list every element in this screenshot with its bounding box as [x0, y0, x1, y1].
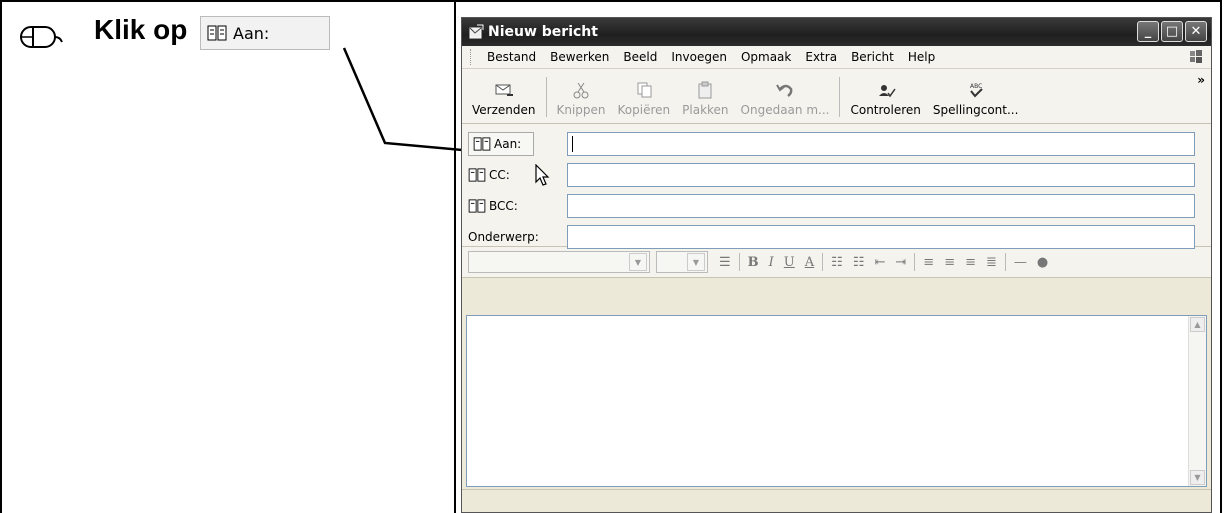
subject-row: Onderwerp: [462, 223, 1211, 250]
format-separator [1004, 253, 1006, 271]
send-icon [495, 84, 513, 96]
to-button[interactable]: Aan: [468, 131, 534, 156]
bcc-row: BCC: [462, 192, 1211, 219]
italic-button[interactable]: I [769, 255, 774, 270]
check-names-button[interactable]: Controleren [844, 73, 926, 123]
copy-label: Kopiëren [617, 103, 671, 117]
title-bar[interactable]: Nieuw bericht _ □ ✕ [462, 18, 1211, 46]
paste-icon [698, 81, 712, 99]
new-message-window: Nieuw bericht _ □ ✕ Bestand Bewerken Bee… [461, 17, 1212, 513]
text-cursor [572, 135, 573, 152]
menu-bar: Bestand Bewerken Beeld Invoegen Opmaak E… [462, 46, 1211, 69]
address-book-icon [468, 167, 486, 182]
justify-icon[interactable]: ≣ [986, 255, 997, 270]
toolbar-separator [545, 77, 547, 117]
format-bar: ▼ ▼ ☰ B I U A ☷ ☷ ⇤ ⇥ ≡ ≡ ≡ ≣ — ● [462, 247, 1211, 278]
send-label: Verzenden [472, 103, 536, 117]
toolbar-separator [839, 77, 841, 117]
subject-input[interactable] [567, 224, 1195, 249]
menu-grip [470, 49, 474, 65]
menu-bewerken[interactable]: Bewerken [543, 50, 616, 64]
chevron-down-icon: ▼ [629, 253, 647, 271]
undo-icon [776, 84, 793, 97]
menu-beeld[interactable]: Beeld [616, 50, 664, 64]
cc-button[interactable]: CC: [462, 168, 570, 182]
insert-hyperlink-icon[interactable]: ● [1037, 255, 1048, 270]
close-icon: ✕ [1190, 24, 1202, 39]
subject-label: Onderwerp: [468, 229, 539, 244]
to-label: Aan: [494, 136, 522, 151]
menu-bericht[interactable]: Bericht [844, 50, 901, 64]
increase-indent-icon[interactable]: ⇥ [895, 255, 906, 270]
bcc-button[interactable]: BCC: [462, 199, 570, 213]
align-left-icon[interactable]: ≡ [923, 255, 934, 270]
address-book-icon [473, 136, 491, 151]
font-color-button[interactable]: A [805, 255, 814, 270]
mouse-pointer-icon [535, 164, 550, 186]
minimize-button[interactable]: _ [1137, 21, 1159, 42]
menu-help[interactable]: Help [901, 50, 942, 64]
cut-button[interactable]: Knippen [551, 73, 612, 123]
send-button[interactable]: Verzenden [466, 73, 542, 123]
cut-label: Knippen [556, 103, 606, 117]
cc-input[interactable] [567, 162, 1195, 187]
windows-flag-icon [1190, 50, 1202, 63]
spelling-label: Spellingcont... [932, 103, 1019, 117]
numbered-list-icon[interactable]: ☷ [831, 255, 843, 270]
minimize-icon: _ [1144, 24, 1152, 39]
format-separator [914, 253, 916, 271]
bullet-list-icon[interactable]: ☷ [853, 255, 865, 270]
toolbar-overflow-chevron-icon[interactable]: » [1197, 73, 1205, 87]
toolbar: Verzenden Knippen Kopiëren Plakken Onged… [462, 69, 1211, 124]
align-center-icon[interactable]: ≡ [944, 255, 955, 270]
format-separator [822, 253, 824, 271]
check-names-label: Controleren [850, 103, 921, 117]
undo-label: Ongedaan m... [740, 103, 830, 117]
menu-extra[interactable]: Extra [798, 50, 844, 64]
format-separator [738, 253, 740, 271]
align-right-icon[interactable]: ≡ [965, 255, 976, 270]
underline-button[interactable]: U [784, 255, 795, 270]
scroll-up-icon[interactable]: ▲ [1190, 317, 1205, 332]
spelling-button[interactable]: ABC Spellingcont... [927, 73, 1025, 123]
bold-button[interactable]: B [748, 255, 759, 270]
undo-button[interactable]: Ongedaan m... [735, 73, 836, 123]
maximize-button[interactable]: □ [1161, 21, 1183, 42]
status-bar [462, 489, 1211, 512]
window-title: Nieuw bericht [488, 24, 598, 40]
horizontal-line-icon[interactable]: — [1014, 255, 1027, 270]
address-fields: Aan: CC: BCC: Onderwerp: [462, 124, 1211, 250]
menu-opmaak[interactable]: Opmaak [734, 50, 798, 64]
cc-label: CC: [489, 167, 510, 182]
copy-icon [637, 82, 652, 98]
spelling-icon: ABC [970, 83, 983, 98]
message-body[interactable]: ▲ ▼ [466, 315, 1207, 487]
close-button[interactable]: ✕ [1185, 21, 1207, 42]
check-names-icon [878, 85, 896, 98]
bcc-label: BCC: [489, 198, 518, 213]
menu-invoegen[interactable]: Invoegen [664, 50, 734, 64]
scroll-down-icon[interactable]: ▼ [1190, 470, 1205, 485]
menu-bestand[interactable]: Bestand [480, 50, 543, 64]
paragraph-style-icon[interactable]: ☰ [719, 255, 731, 270]
new-message-icon [469, 24, 484, 39]
paste-label: Plakken [682, 103, 729, 117]
to-row: Aan: [462, 130, 1211, 157]
address-book-icon [468, 198, 486, 213]
paste-button[interactable]: Plakken [676, 73, 734, 123]
vertical-scrollbar[interactable]: ▲ ▼ [1188, 316, 1206, 486]
cc-row: CC: [462, 161, 1211, 188]
chevron-down-icon: ▼ [687, 253, 705, 271]
copy-button[interactable]: Kopiëren [612, 73, 677, 123]
bcc-input[interactable] [567, 193, 1195, 218]
svg-text:ABC: ABC [970, 83, 982, 90]
scissors-icon [573, 82, 589, 99]
decrease-indent-icon[interactable]: ⇤ [874, 255, 885, 270]
maximize-icon: □ [1165, 24, 1179, 39]
to-input[interactable] [567, 131, 1195, 156]
font-combo[interactable]: ▼ [468, 251, 650, 273]
font-size-combo[interactable]: ▼ [656, 251, 708, 273]
